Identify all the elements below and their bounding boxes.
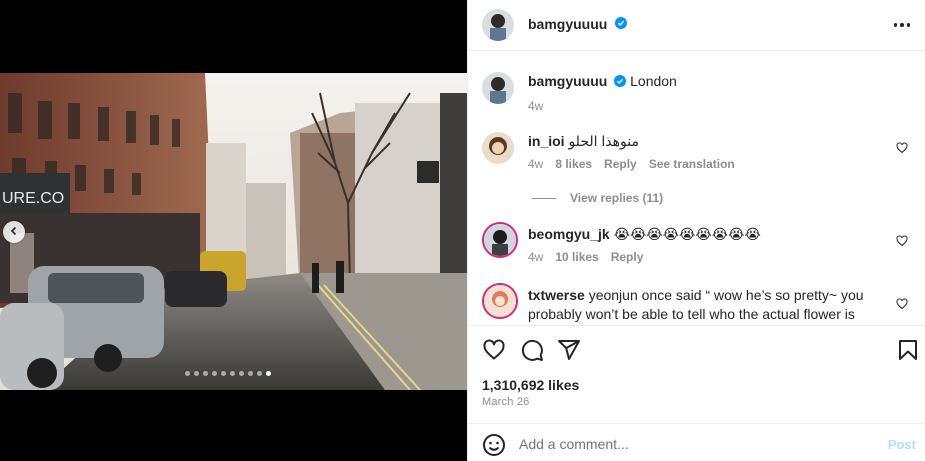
comments-list: bamgyuuuu London 4w in_ioi منوهذا الحلو … <box>468 52 925 324</box>
more-icon <box>893 23 898 27</box>
verified-badge-icon <box>614 73 627 92</box>
see-translation-button[interactable]: See translation <box>649 157 735 171</box>
carousel-dot <box>239 371 244 376</box>
caption-username[interactable]: bamgyuuuu <box>528 73 607 89</box>
commenter-avatar[interactable] <box>482 222 518 258</box>
instagram-post-modal: URE.CO bamgyuuuu bamgyuuuu London 4w in_… <box>0 0 925 461</box>
comment-icon <box>521 339 543 361</box>
view-replies-label: View replies (11) <box>570 191 664 205</box>
author-line: bamgyuuuu <box>528 16 627 34</box>
comment-age: 4w <box>528 157 544 171</box>
carousel-dot <box>257 371 262 376</box>
author-avatar[interactable] <box>482 72 514 104</box>
carousel-dot <box>221 371 226 376</box>
post-photo: URE.CO <box>0 73 467 390</box>
post-side-panel: bamgyuuuu bamgyuuuu London 4w in_ioi منو… <box>467 0 925 461</box>
post-comment-button[interactable]: Post <box>888 437 916 452</box>
save-button[interactable] <box>896 338 920 362</box>
emoji-icon <box>483 434 505 456</box>
comment-like-heart-icon[interactable] <box>896 141 908 154</box>
media-pane: URE.CO <box>0 0 467 461</box>
comment-username[interactable]: txtwerse <box>528 287 585 303</box>
caption-location[interactable]: London <box>630 73 677 89</box>
replies-divider <box>532 197 556 199</box>
verified-badge-icon <box>614 16 627 34</box>
post-header: bamgyuuuu <box>468 0 925 51</box>
carousel-indicator <box>185 371 271 376</box>
carousel-prev-button[interactable] <box>3 221 25 243</box>
carousel-dot <box>248 371 253 376</box>
commenter-avatar[interactable] <box>482 132 514 164</box>
carousel-dot <box>203 371 208 376</box>
author-username[interactable]: bamgyuuuu <box>528 16 607 32</box>
comment-button[interactable] <box>520 338 544 362</box>
comment-like-heart-icon[interactable] <box>896 297 908 310</box>
view-replies-button[interactable]: View replies (11) <box>532 191 663 205</box>
carousel-dot <box>212 371 217 376</box>
carousel-dot <box>266 371 271 376</box>
add-comment-input[interactable] <box>519 432 879 456</box>
svg-text:URE.CO: URE.CO <box>2 190 64 207</box>
comment-text: منوهذا الحلو <box>568 133 639 149</box>
carousel-dot <box>230 371 235 376</box>
share-icon <box>558 340 580 360</box>
heart-icon <box>483 339 505 360</box>
bookmark-icon <box>899 340 917 360</box>
comment-like-heart-icon[interactable] <box>896 234 908 247</box>
reply-button[interactable]: Reply <box>604 157 637 171</box>
caption-age: 4w <box>528 98 544 113</box>
emoji-button[interactable] <box>482 433 506 457</box>
more-options-button[interactable] <box>890 13 914 37</box>
comment-username[interactable]: in_ioi <box>528 133 565 149</box>
comment-age: 4w <box>528 250 544 264</box>
share-button[interactable] <box>557 338 581 362</box>
carousel-dot <box>185 371 190 376</box>
comment-likes-count[interactable]: 8 likes <box>555 157 592 171</box>
commenter-avatar[interactable] <box>482 283 518 319</box>
chevron-left-icon <box>9 223 19 241</box>
comment-likes-count[interactable]: 10 likes <box>555 250 598 264</box>
reply-button[interactable]: Reply <box>611 250 644 264</box>
author-avatar[interactable] <box>482 9 514 41</box>
like-button[interactable] <box>482 338 506 362</box>
carousel-dot <box>194 371 199 376</box>
comment-text: 😭😭😭😭😭😭😭😭😭 <box>613 226 761 242</box>
comment-username[interactable]: beomgyu_jk <box>528 226 610 242</box>
comment-composer: Post <box>468 423 925 461</box>
post-date: March 26 <box>482 396 530 408</box>
likes-count[interactable]: 1,310,692 likes <box>482 377 579 393</box>
